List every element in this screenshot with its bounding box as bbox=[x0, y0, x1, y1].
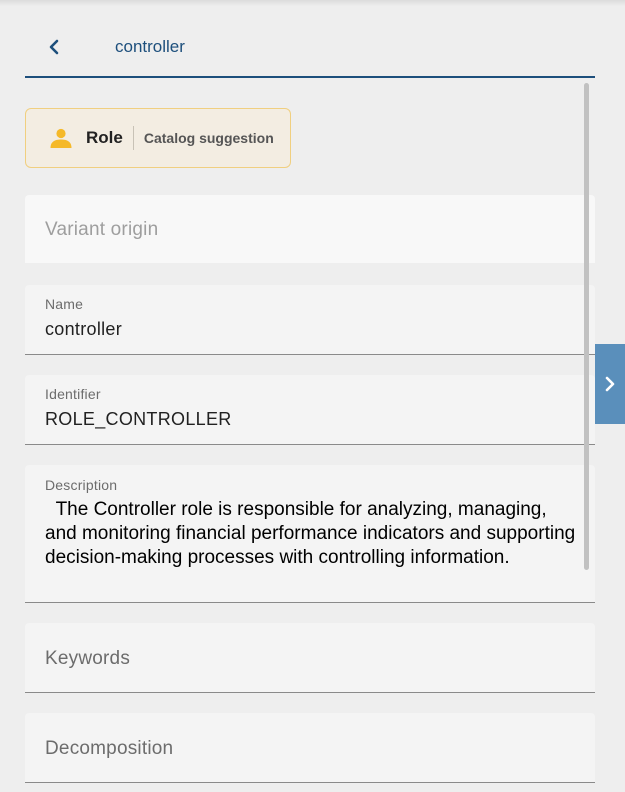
decomposition-placeholder: Decomposition bbox=[45, 738, 174, 759]
chip-subtitle: Catalog suggestion bbox=[143, 130, 274, 146]
name-field[interactable]: Name controller bbox=[25, 285, 595, 355]
page-title: controller bbox=[115, 37, 185, 56]
side-panel-toggle-button[interactable] bbox=[595, 344, 625, 424]
chip-type-label: Role bbox=[86, 128, 123, 147]
back-button[interactable] bbox=[39, 32, 71, 62]
identifier-field[interactable]: Identifier ROLE_CONTROLLER bbox=[25, 375, 595, 445]
description-label: Description bbox=[45, 477, 118, 493]
type-chip: Role Catalog suggestion bbox=[25, 108, 291, 168]
chevron-right-icon bbox=[605, 376, 615, 392]
variant-origin-placeholder: Variant origin bbox=[45, 219, 159, 240]
decomposition-field[interactable]: Decomposition bbox=[25, 713, 595, 783]
scrollbar[interactable] bbox=[584, 83, 589, 570]
identifier-value: ROLE_CONTROLLER bbox=[45, 409, 232, 429]
name-label: Name bbox=[45, 296, 84, 312]
identifier-label: Identifier bbox=[45, 386, 101, 402]
description-field[interactable]: Description The Controller role is respo… bbox=[25, 465, 595, 603]
header: controller bbox=[25, 20, 595, 78]
top-shadow bbox=[0, 0, 625, 6]
chevron-left-icon bbox=[49, 39, 59, 55]
variant-origin-field[interactable]: Variant origin bbox=[25, 195, 595, 263]
person-icon bbox=[49, 126, 73, 150]
keywords-field[interactable]: Keywords bbox=[25, 623, 595, 693]
keywords-placeholder: Keywords bbox=[45, 648, 131, 669]
name-value: controller bbox=[45, 319, 123, 339]
chip-divider bbox=[132, 126, 134, 150]
description-value: The Controller role is responsible for a… bbox=[45, 499, 581, 568]
